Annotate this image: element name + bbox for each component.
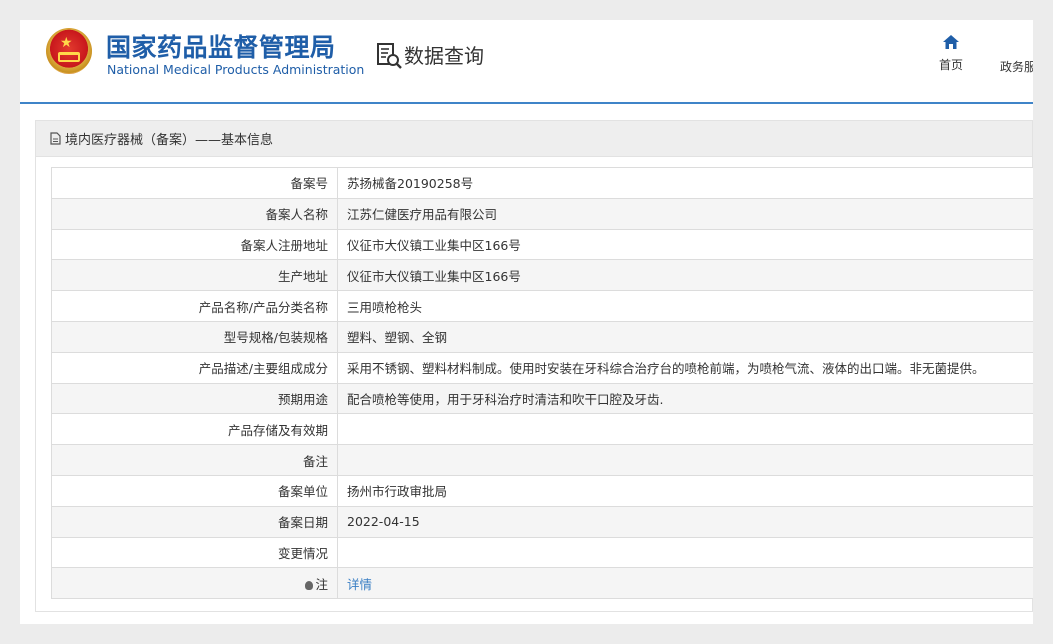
- info-table: 备案号 苏扬械备20190258号 备案人名称 江苏仁健医疗用品有限公司 备案人注册地址…: [51, 167, 1033, 600]
- nav-gov-services[interactable]: 政务服: [1000, 58, 1033, 75]
- home-icon: [943, 35, 959, 49]
- basic-info-panel: 境内医疗器械（备案）——基本信息 备案号 苏扬械备20190258号 备案人名称 江苏…: [35, 120, 1033, 612]
- table-row: 备案单位 扬州市行政审批局: [51, 474, 1033, 507]
- row-value: 三用喷枪枪头: [337, 290, 1033, 322]
- row-value: 仪征市大仪镇工业集中区166号: [337, 259, 1033, 292]
- info-table-body: 备案号 苏扬械备20190258号 备案人名称 江苏仁健医疗用品有限公司 备案人注册地址…: [51, 167, 1033, 600]
- bulb-icon: [305, 580, 314, 590]
- table-row: 备案号 苏扬械备20190258号: [51, 167, 1033, 199]
- table-row: 变更情况: [51, 536, 1033, 569]
- row-value: 采用不锈钢、塑料材料制成。使用时安装在牙科综合治疗台的喷枪前端，为喷枪气流、液体…: [337, 351, 1033, 384]
- row-value: 仪征市大仪镇工业集中区166号: [337, 228, 1033, 261]
- row-label-note: 注: [51, 567, 338, 600]
- row-label: 产品描述/主要组成成分: [51, 351, 338, 384]
- table-row: 产品名称/产品分类名称 三用喷枪枪头: [51, 290, 1033, 322]
- table-row: 型号规格/包装规格 塑料、塑钢、全钢: [51, 320, 1033, 353]
- nav-home[interactable]: 首页: [926, 30, 976, 80]
- table-row: 备注: [51, 444, 1033, 476]
- row-value: [337, 413, 1033, 446]
- row-label: 预期用途: [51, 382, 338, 415]
- table-row: 预期用途 配合喷枪等使用，用于牙科治疗时清洁和吹干口腔及牙齿.: [51, 382, 1033, 415]
- row-label: 备案日期: [51, 505, 338, 538]
- row-label: 备案人名称: [51, 197, 338, 230]
- table-row-note: 注 详情: [51, 567, 1033, 600]
- row-label: 生产地址: [51, 259, 338, 292]
- row-value: 江苏仁健医疗用品有限公司: [337, 197, 1033, 230]
- row-value: 塑料、塑钢、全钢: [337, 320, 1033, 353]
- row-value: [337, 536, 1033, 569]
- row-label: 产品存储及有效期: [51, 413, 338, 446]
- table-row: 备案人注册地址 仪征市大仪镇工业集中区166号: [51, 228, 1033, 261]
- row-label: 变更情况: [51, 536, 338, 569]
- row-value-note: 详情: [337, 567, 1033, 600]
- table-row: 备案人名称 江苏仁健医疗用品有限公司: [51, 197, 1033, 230]
- table-row: 备案日期 2022-04-15: [51, 505, 1033, 538]
- panel-header: 境内医疗器械（备案）——基本信息: [36, 121, 1032, 157]
- row-label: 型号规格/包装规格: [51, 320, 338, 353]
- row-label: 备注: [51, 444, 338, 476]
- row-value: 配合喷枪等使用，用于牙科治疗时清洁和吹干口腔及牙齿.: [337, 382, 1033, 415]
- row-label: 备案单位: [51, 474, 338, 507]
- row-value: 2022-04-15: [337, 505, 1033, 538]
- row-value: [337, 444, 1033, 476]
- note-label: 注: [315, 576, 328, 592]
- data-query-title: 数据查询: [404, 44, 484, 68]
- panel-title: 境内医疗器械（备案）——基本信息: [65, 133, 274, 148]
- table-row: 产品描述/主要组成成分 采用不锈钢、塑料材料制成。使用时安装在牙科综合治疗台的喷枪…: [51, 351, 1033, 384]
- brand-title-cn: 国家药品监督管理局: [106, 33, 336, 62]
- table-row: 生产地址 仪征市大仪镇工业集中区166号: [51, 259, 1033, 292]
- detail-link[interactable]: 详情: [347, 577, 372, 592]
- row-label: 备案人注册地址: [51, 228, 338, 261]
- row-value: 苏扬械备20190258号: [337, 167, 1033, 199]
- page-frame: ★ 国家药品监督管理局 National Medical Products Ad…: [20, 20, 1033, 624]
- table-row: 产品存储及有效期: [51, 413, 1033, 446]
- national-emblem-icon: ★: [46, 28, 92, 74]
- row-label: 备案号: [51, 167, 338, 199]
- document-search-icon: [377, 43, 402, 69]
- site-header: ★ 国家药品监督管理局 National Medical Products Ad…: [20, 20, 1033, 104]
- nav-home-label: 首页: [938, 58, 963, 72]
- row-label: 产品名称/产品分类名称: [51, 290, 338, 322]
- row-value: 扬州市行政审批局: [337, 474, 1033, 507]
- document-icon: [50, 132, 61, 145]
- brand-title-en: National Medical Products Administration: [107, 62, 365, 77]
